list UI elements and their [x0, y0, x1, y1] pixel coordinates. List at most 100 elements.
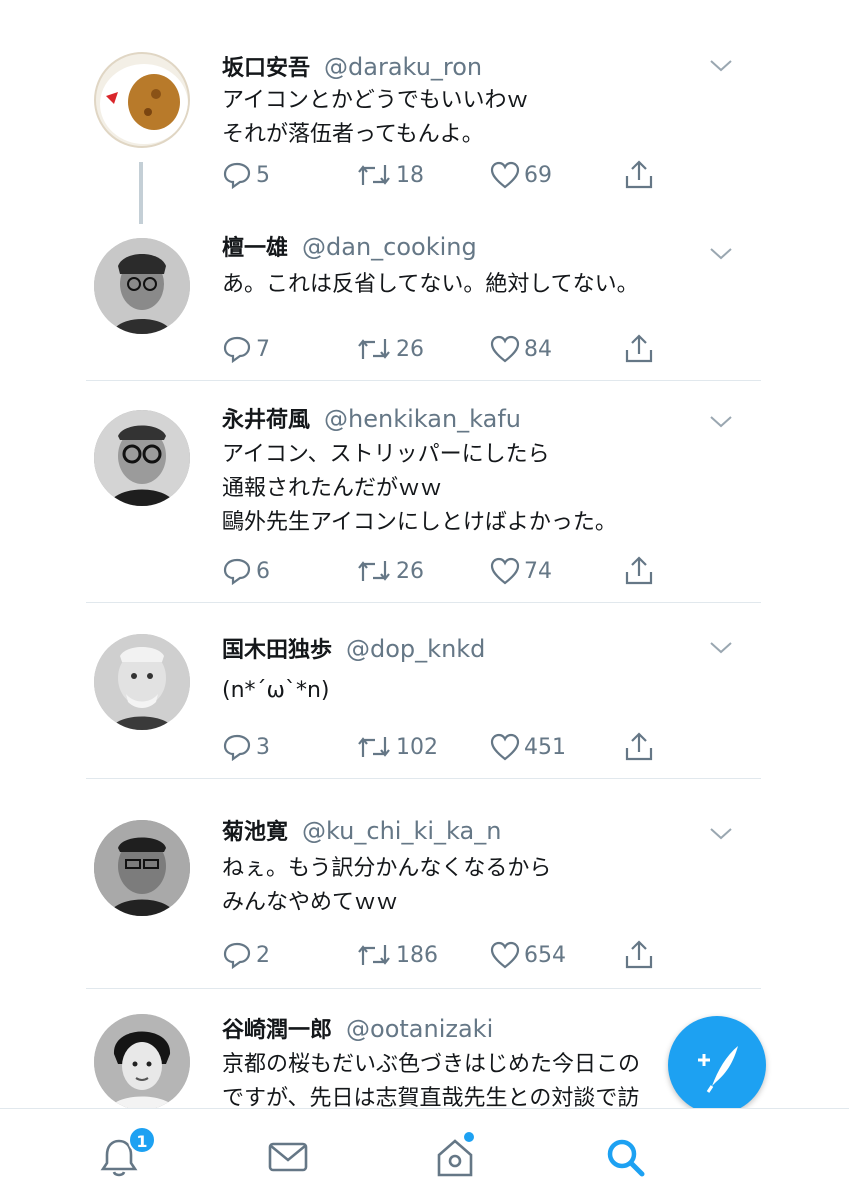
avatar[interactable]	[94, 410, 190, 506]
reply-button[interactable]: 2	[222, 938, 270, 972]
user-handle[interactable]: @dan_cooking	[302, 233, 477, 261]
retweet-count: 18	[396, 162, 424, 188]
retweet-icon	[358, 737, 390, 757]
tweet-actions: 7 26 84	[222, 332, 662, 366]
share-icon	[625, 160, 653, 189]
display-name[interactable]: 国木田独歩	[222, 638, 332, 663]
like-button[interactable]: 74	[490, 554, 552, 588]
reply-count: 3	[256, 734, 270, 760]
reply-count: 7	[256, 336, 270, 362]
retweet-count: 186	[396, 942, 438, 968]
heart-icon	[490, 557, 520, 585]
user-handle[interactable]: @henkikan_kafu	[324, 405, 521, 433]
compose-tweet-button[interactable]	[668, 1016, 766, 1114]
tweet[interactable]: 谷崎潤一郎 @ootanizaki 京都の桜もだいぶ色づきはじめた今日この ですが…	[86, 1010, 761, 1108]
divider	[86, 380, 761, 381]
tweet-text: ねぇ。もう訳分かんなくなるから みんなやめてｗｗ	[222, 856, 552, 915]
reply-icon	[223, 336, 251, 363]
display-name[interactable]: 坂口安吾	[222, 56, 310, 81]
notifications-badge: 1	[128, 1126, 156, 1154]
avatar[interactable]	[94, 238, 190, 334]
tweet-actions: 5 18 69	[222, 158, 662, 192]
tweet-text: 京都の桜もだいぶ色づきはじめた今日この ですが、先日は志賀直哉先生との対談で訪	[222, 1052, 641, 1108]
tweet[interactable]: 永井荷風 @henkikan_kafu アイコン、ストリッパーにしたら 通報された…	[86, 402, 761, 592]
search-icon	[607, 1139, 645, 1177]
timeline: 坂口安吾 @daraku_ron アイコンとかどうでもいいわｗ それが落伍者っても…	[0, 0, 849, 1108]
divider	[86, 988, 761, 989]
display-name[interactable]: 檀一雄	[222, 236, 288, 261]
user-handle[interactable]: @dop_knkd	[346, 635, 485, 663]
user-handle[interactable]: @daraku_ron	[324, 53, 482, 81]
like-count: 654	[524, 942, 566, 968]
retweet-icon	[358, 561, 390, 581]
reply-button[interactable]: 7	[222, 332, 270, 366]
like-count: 84	[524, 336, 552, 362]
feather-plus-icon	[698, 1046, 738, 1093]
avatar[interactable]	[94, 820, 190, 916]
like-count: 74	[524, 558, 552, 584]
display-name[interactable]: 菊池寛	[222, 820, 288, 845]
like-count: 451	[524, 734, 566, 760]
heart-icon	[490, 941, 520, 969]
share-button[interactable]	[624, 158, 654, 192]
home-new-indicator	[464, 1132, 474, 1142]
retweet-button[interactable]: 102	[356, 730, 438, 764]
tweet[interactable]: 檀一雄 @dan_cooking あ。これは反省してない。絶対してない。 7 26…	[86, 230, 761, 370]
tweet-text: アイコン、ストリッパーにしたら 通報されたんだがｗｗ 鷗外先生アイコンにしとけば…	[222, 442, 617, 535]
reply-button[interactable]: 6	[222, 554, 270, 588]
reply-button[interactable]: 3	[222, 730, 270, 764]
tweet-actions: 3 102 451	[222, 730, 662, 764]
retweet-count: 26	[396, 336, 424, 362]
chevron-down-icon[interactable]	[709, 246, 733, 266]
retweet-button[interactable]: 18	[356, 158, 424, 192]
tweet[interactable]: 国木田独歩 @dop_knkd (n*´ω`*n) 3 102 451	[86, 630, 761, 770]
tab-messages[interactable]	[266, 1135, 310, 1179]
tweet-actions: 2 186 654	[222, 938, 662, 972]
like-button[interactable]: 69	[490, 158, 552, 192]
tweet[interactable]: 菊池寛 @ku_chi_ki_ka_n ねぇ。もう訳分かんなくなるから みんなやめ…	[86, 814, 761, 974]
tweet[interactable]: 坂口安吾 @daraku_ron アイコンとかどうでもいいわｗ それが落伍者っても…	[86, 46, 761, 196]
reply-icon	[223, 942, 251, 969]
retweet-icon	[358, 339, 390, 359]
user-handle[interactable]: @ku_chi_ki_ka_n	[302, 817, 501, 845]
retweet-count: 26	[396, 558, 424, 584]
chevron-down-icon[interactable]	[709, 58, 733, 78]
avatar[interactable]	[94, 52, 190, 148]
reply-count: 2	[256, 942, 270, 968]
tab-search[interactable]	[603, 1135, 647, 1179]
retweet-button[interactable]: 186	[356, 938, 438, 972]
share-button[interactable]	[624, 730, 654, 764]
retweet-count: 102	[396, 734, 438, 760]
avatar[interactable]	[94, 1014, 190, 1108]
divider	[86, 602, 761, 603]
reply-count: 6	[256, 558, 270, 584]
user-handle[interactable]: @ootanizaki	[346, 1015, 493, 1043]
reply-count: 5	[256, 162, 270, 188]
share-button[interactable]	[624, 554, 654, 588]
chevron-down-icon[interactable]	[709, 826, 733, 846]
retweet-button[interactable]: 26	[356, 332, 424, 366]
chevron-down-icon[interactable]	[709, 414, 733, 434]
share-icon	[625, 556, 653, 585]
tweet-actions: 6 26 74	[222, 554, 662, 588]
share-button[interactable]	[624, 332, 654, 366]
bottom-tab-bar	[0, 1108, 849, 1200]
reply-icon	[223, 734, 251, 761]
reply-button[interactable]: 5	[222, 158, 270, 192]
like-button[interactable]: 451	[490, 730, 566, 764]
chevron-down-icon[interactable]	[709, 640, 733, 660]
reply-icon	[223, 558, 251, 585]
display-name[interactable]: 谷崎潤一郎	[222, 1018, 332, 1043]
share-button[interactable]	[624, 938, 654, 972]
like-count: 69	[524, 162, 552, 188]
share-icon	[625, 334, 653, 363]
divider	[86, 778, 761, 779]
like-button[interactable]: 654	[490, 938, 566, 972]
avatar[interactable]	[94, 634, 190, 730]
display-name[interactable]: 永井荷風	[222, 408, 310, 433]
tweet-text: アイコンとかどうでもいいわｗ それが落伍者ってもんよ。	[222, 88, 529, 147]
retweet-button[interactable]: 26	[356, 554, 424, 588]
like-button[interactable]: 84	[490, 332, 552, 366]
share-icon	[625, 940, 653, 969]
tweet-text: あ。これは反省してない。絶対してない。	[222, 272, 639, 297]
